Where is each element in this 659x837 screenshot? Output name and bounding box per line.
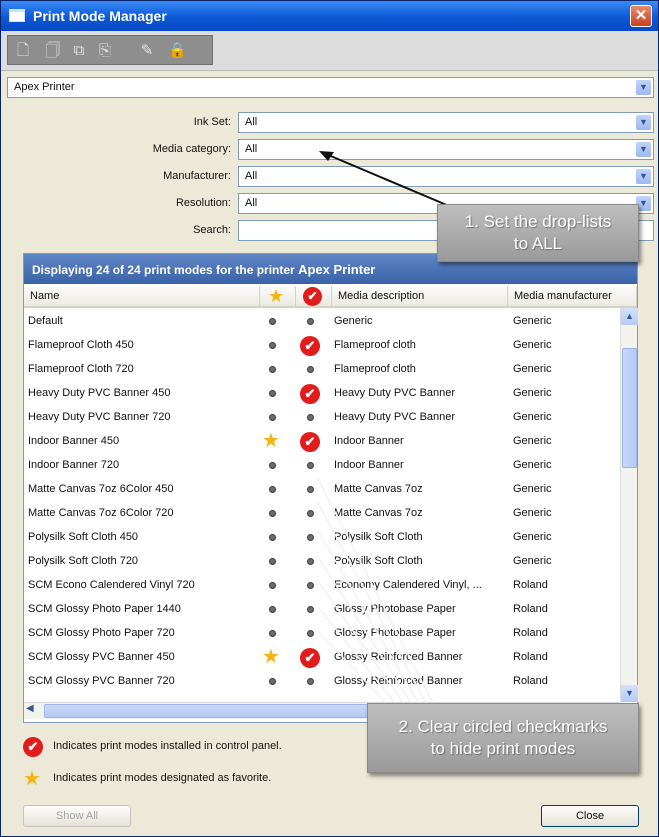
callout-2-arrow — [317, 478, 434, 704]
callout-set-drop-lists: 1. Set the drop-lists to ALL — [437, 204, 639, 262]
callout-2-line-1: 2. Clear circled checkmarks — [398, 717, 608, 736]
callout-1-arrow — [325, 153, 450, 207]
callout-2-line-2: to hide print modes — [430, 739, 576, 758]
print-mode-manager-window: Print Mode Manager ✕ 🗋 🗍 ⧉ ⎘ ✎ 🔒 Apex Pr… — [0, 0, 659, 837]
callout-1-line-1: 1. Set the drop-lists — [464, 212, 612, 231]
callout-1-line-2: to ALL — [513, 234, 563, 253]
callout-2-arrow — [317, 530, 422, 708]
callout-clear-checkmarks: 2. Clear circled checkmarks to hide prin… — [367, 703, 639, 773]
callout-2-arrow — [317, 556, 416, 710]
